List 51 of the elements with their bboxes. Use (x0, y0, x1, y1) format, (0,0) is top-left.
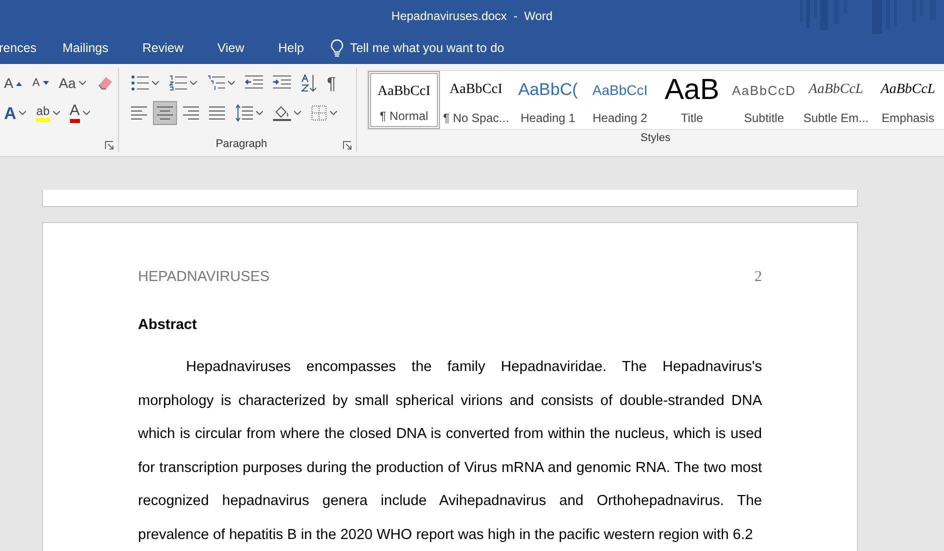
effects-button[interactable]: A (0, 101, 30, 125)
caret-icon (228, 81, 235, 85)
caret-icon (294, 111, 301, 115)
window-title: Hepadnaviruses.docx - Word (391, 9, 553, 23)
numbering-icon (168, 75, 187, 91)
ribbon-tab[interactable]: Help (278, 37, 304, 59)
down-caret-icon (42, 80, 49, 86)
ribbon-tab[interactable]: View (217, 37, 244, 59)
style-item[interactable]: AaBbCcI ¶ Normal (368, 71, 440, 129)
caret-icon (152, 81, 159, 85)
sort-icon (300, 74, 317, 92)
section-heading: Abstract (138, 317, 198, 333)
line-spacing-icon (234, 104, 253, 122)
align-right-icon (182, 106, 199, 120)
dialog-launcher-icon[interactable] (343, 141, 352, 150)
group-label: Styles (640, 132, 670, 144)
caret-icon (330, 111, 337, 115)
ribbon-tab[interactable]: Review (142, 37, 184, 59)
increase-indent-icon (272, 75, 291, 91)
caret-icon (52, 111, 60, 115)
borders-icon (310, 105, 327, 121)
eraser-icon (96, 75, 114, 91)
ribbon-tab[interactable]: rences (0, 37, 37, 59)
case-button[interactable]: Aa (54, 71, 90, 95)
decrease-indent-icon (244, 75, 263, 91)
up-caret-icon (16, 80, 22, 86)
tell-me-search[interactable]: Tell me what you want to do (330, 39, 540, 57)
grow-button[interactable]: A (0, 71, 26, 95)
caret-icon (256, 111, 263, 115)
justify-icon (208, 106, 225, 120)
page-number: 2 (754, 269, 762, 286)
multilevel-list-icon (206, 75, 225, 91)
lightbulb-icon (330, 39, 344, 57)
caret-icon (82, 111, 90, 115)
align-left-icon (130, 106, 147, 120)
bullets-icon (130, 75, 149, 91)
running-header: HEPADNAVIRUSES (138, 269, 270, 285)
dialog-launcher-icon[interactable] (104, 141, 114, 150)
group-label: Paragraph (216, 138, 268, 150)
shrink-button[interactable]: A (28, 71, 53, 95)
caret-icon (190, 81, 197, 85)
highlight-button[interactable]: ab (32, 101, 64, 125)
align-center-button[interactable] (152, 101, 177, 125)
caret-icon (19, 111, 26, 115)
body-paragraph: Hepadnaviruses encompasses the family Hepadnaviridae. The Hepadnavirus's morphology is characterized by small spherical virions and consists of double-stranded DNA which is circular from where the closed DNA is converted from within the nucleus, which is used for transcription purposes during the production of Virus mRNA and genomic RNA. The two most recognized hepadnavirus genera include Avihepadnavirus and Orthohepadnavirus. The prevalence of hepatitis B in the 2020 WHO report was high in the pacific western region with 6.2 (138, 358, 762, 545)
paint-bucket-icon (272, 104, 291, 122)
ribbon-tab[interactable]: Mailings (62, 37, 108, 59)
fontcolor-button[interactable]: A (66, 101, 94, 125)
align-center-icon (156, 106, 173, 120)
pilcrow-button[interactable]: ¶ (322, 71, 340, 95)
caret-icon (78, 81, 86, 85)
